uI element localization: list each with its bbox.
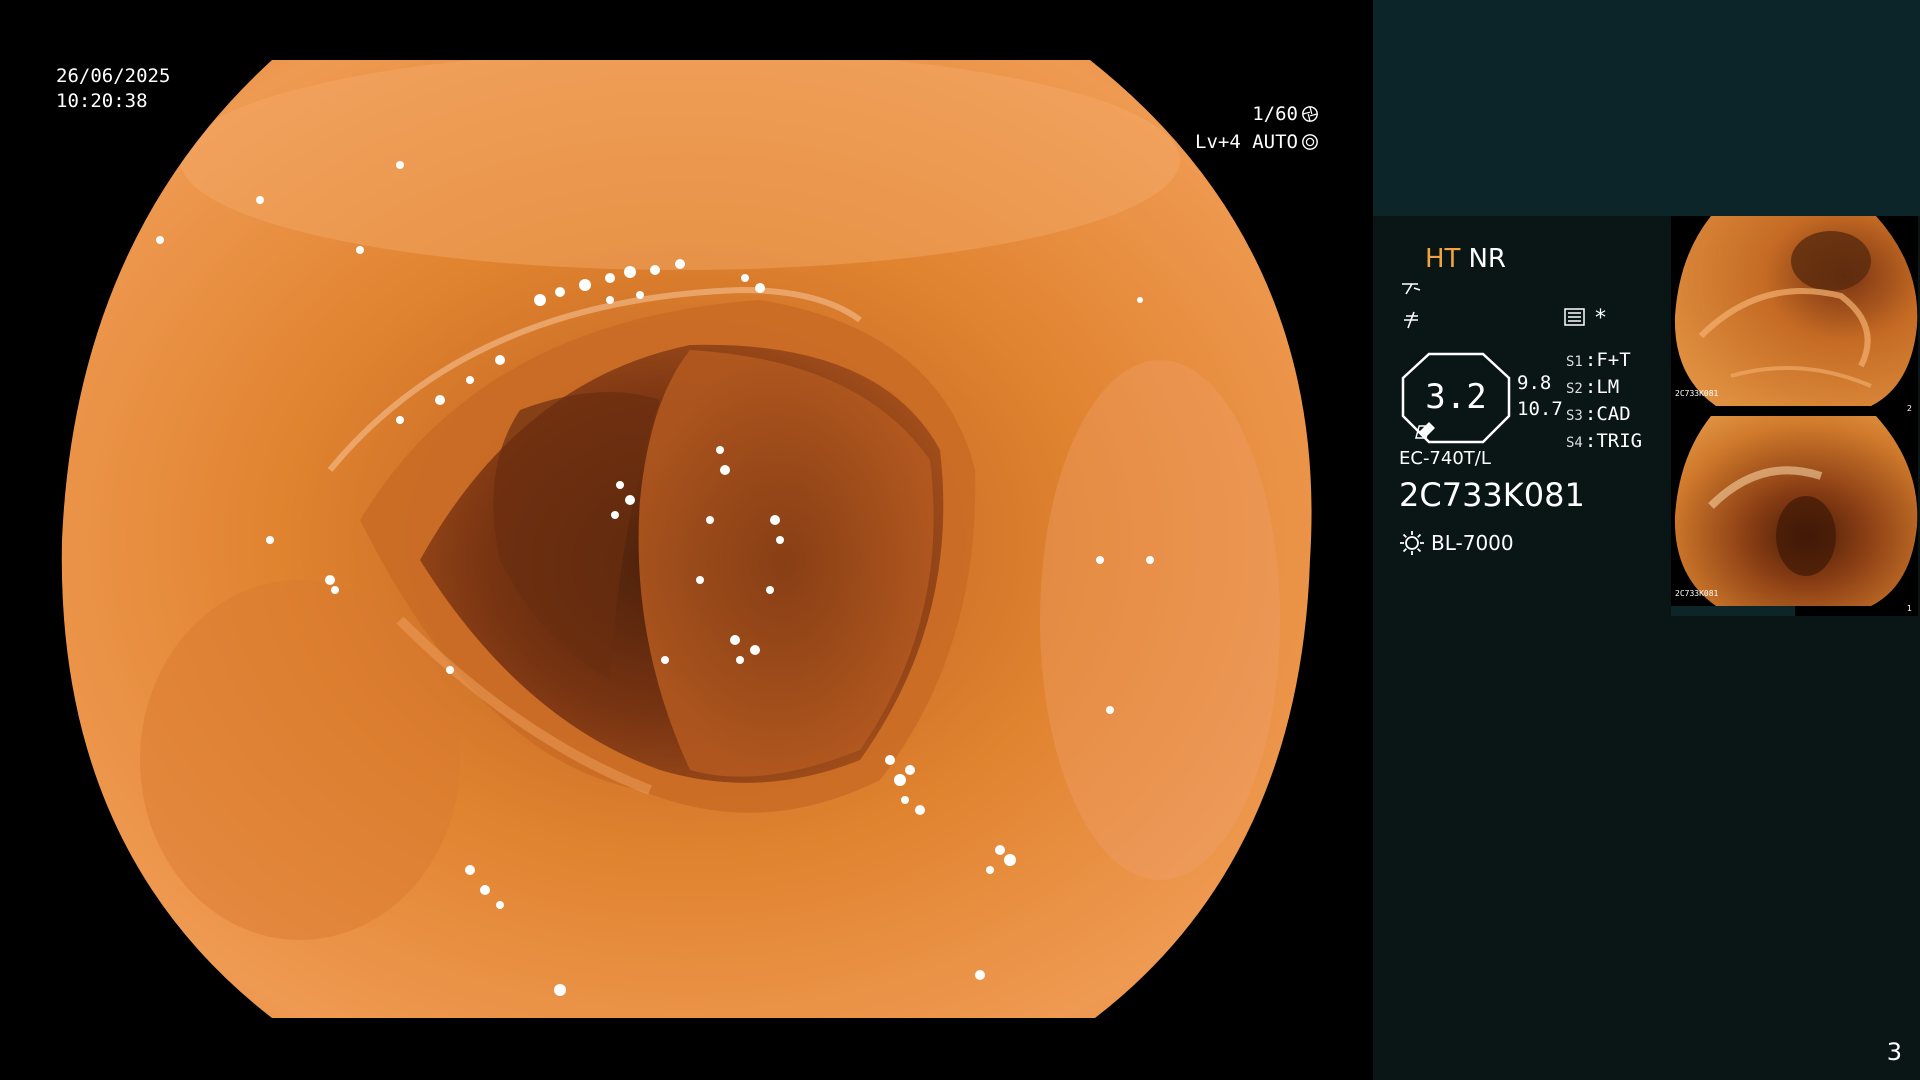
panel-header-area xyxy=(1373,0,1920,216)
scope-angle-icon xyxy=(1402,283,1421,295)
thumbnail-serial: 2C733K081 xyxy=(1675,389,1719,398)
exam-date: 26/06/2025 xyxy=(56,65,171,87)
switch-item: S4:TRIG xyxy=(1566,430,1643,452)
settings-list-icon xyxy=(1564,308,1585,326)
capture-thumbnail[interactable]: 2C733K081 1 xyxy=(1671,416,1918,616)
thumbnail-image xyxy=(1674,416,1918,606)
zoom-side-values: 9.8 10.7 xyxy=(1517,370,1563,422)
exposure-overlay: 1/60 Lv+4 AUTO xyxy=(1195,100,1319,156)
exam-time: 10:20:38 xyxy=(56,90,148,112)
thumbnail-number: 2 xyxy=(1906,404,1912,413)
thumbnail-bar xyxy=(1671,606,1795,616)
aperture-icon xyxy=(1302,106,1318,122)
light-source: BL-7000 xyxy=(1399,530,1514,556)
thumbnail-serial: 2C733K081 xyxy=(1675,589,1719,598)
mode-nr: NR xyxy=(1468,244,1506,274)
switch-item: S1:F+T xyxy=(1566,349,1631,371)
structure-icon xyxy=(1404,311,1418,329)
star-marker: * xyxy=(1595,306,1606,331)
light-source-icon xyxy=(1400,531,1424,555)
image-mode: HT NR xyxy=(1425,244,1506,274)
scope-model: EC-740T/L xyxy=(1399,448,1491,469)
page-number: 3 xyxy=(1886,1038,1902,1066)
auto-iris-icon xyxy=(1302,134,1318,150)
endoscope-view: 26/06/2025 10:20:38 1/60 Lv+4 AUTO xyxy=(0,0,1372,1080)
thumbnail-image xyxy=(1674,216,1918,406)
processor-settings: HT NR 3.2 9.8 10.7 * S1:F+T S2:LM S3:CAD … xyxy=(1373,216,1673,606)
switch-item: S3:CAD xyxy=(1566,403,1631,425)
capture-thumbnail[interactable]: 2C733K081 2 xyxy=(1671,216,1918,416)
zoom-indicator: 3.2 xyxy=(1399,352,1513,444)
light-source-label: BL-7000 xyxy=(1431,531,1514,555)
scope-serial: 2C733K081 xyxy=(1399,476,1585,514)
shutter-speed: 1/60 xyxy=(1252,103,1298,125)
date-time-overlay: 26/06/2025 10:20:38 xyxy=(56,64,170,114)
brightness-level: Lv+4 AUTO xyxy=(1195,131,1298,153)
zoom-value: 3.2 xyxy=(1425,377,1487,417)
switch-item: S2:LM xyxy=(1566,376,1620,398)
mode-ht: HT xyxy=(1425,244,1461,274)
endoscopic-image xyxy=(61,60,1312,1018)
zoom-side-1: 9.8 xyxy=(1517,372,1552,394)
switch-assignments: S1:F+T S2:LM S3:CAD S4:TRIG xyxy=(1566,348,1642,456)
thumbnail-number: 1 xyxy=(1906,604,1912,613)
info-panel: HT NR 3.2 9.8 10.7 * S1:F+T S2:LM S3:CAD … xyxy=(1373,0,1920,1080)
zoom-side-2: 10.7 xyxy=(1517,398,1563,420)
